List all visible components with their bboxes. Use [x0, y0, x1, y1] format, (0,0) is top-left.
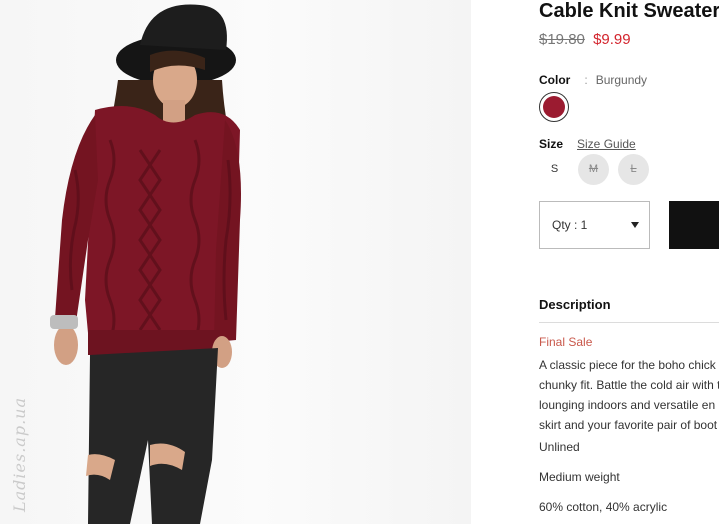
- product-title: Cable Knit Sweater: [539, 0, 719, 22]
- swatch-fill: [543, 96, 565, 118]
- description-line: skirt and your favorite pair of boot: [539, 418, 718, 432]
- original-price: $19.80: [539, 31, 585, 48]
- divider: [539, 322, 719, 323]
- selected-color-name: Burgundy: [595, 73, 648, 87]
- spec-weight: Medium weight: [539, 470, 620, 484]
- spec-lining: Unlined: [539, 440, 580, 454]
- jeans: [88, 348, 218, 524]
- size-option-m[interactable]: M: [578, 154, 609, 185]
- description-line: chunky fit. Battle the cold air with t: [539, 378, 719, 392]
- sale-price: $9.99: [593, 31, 631, 48]
- price-block: $19.80 $9.99: [539, 31, 631, 48]
- hat-crown: [140, 4, 227, 50]
- size-options: S M L: [539, 154, 659, 186]
- size-guide-link[interactable]: Size Guide: [577, 137, 636, 151]
- chevron-down-icon: [631, 222, 639, 228]
- description-line: lounging indoors and versatile en: [539, 398, 716, 412]
- quantity-select[interactable]: Qty : 1: [539, 201, 650, 249]
- description-line: A classic piece for the boho chick: [539, 358, 716, 372]
- size-label: Size: [539, 137, 564, 151]
- quantity-value: Qty : 1: [552, 218, 588, 232]
- product-info-panel: Cable Knit Sweater $19.80 $9.99 Color: Bu…: [539, 0, 719, 524]
- spec-material: 60% cotton, 40% acrylic: [539, 500, 668, 514]
- description-text: A classic piece for the boho chick chunk…: [539, 355, 719, 435]
- add-to-bag-button[interactable]: [669, 201, 719, 249]
- size-option-s[interactable]: S: [539, 154, 570, 185]
- size-option-l[interactable]: L: [618, 154, 649, 185]
- color-separator: :: [584, 73, 588, 87]
- description-heading: Description: [539, 297, 611, 312]
- color-row: Color: Burgundy: [539, 73, 647, 87]
- model-illustration: [50, 4, 241, 524]
- color-swatch-burgundy[interactable]: [539, 92, 569, 122]
- size-row: Size Size Guide: [539, 137, 636, 151]
- final-sale-note: Final Sale: [539, 335, 593, 349]
- color-label: Color: [539, 73, 571, 87]
- product-image[interactable]: Ladies.ap.ua: [0, 0, 471, 524]
- watermark-text: Ladies.ap.ua: [10, 397, 29, 512]
